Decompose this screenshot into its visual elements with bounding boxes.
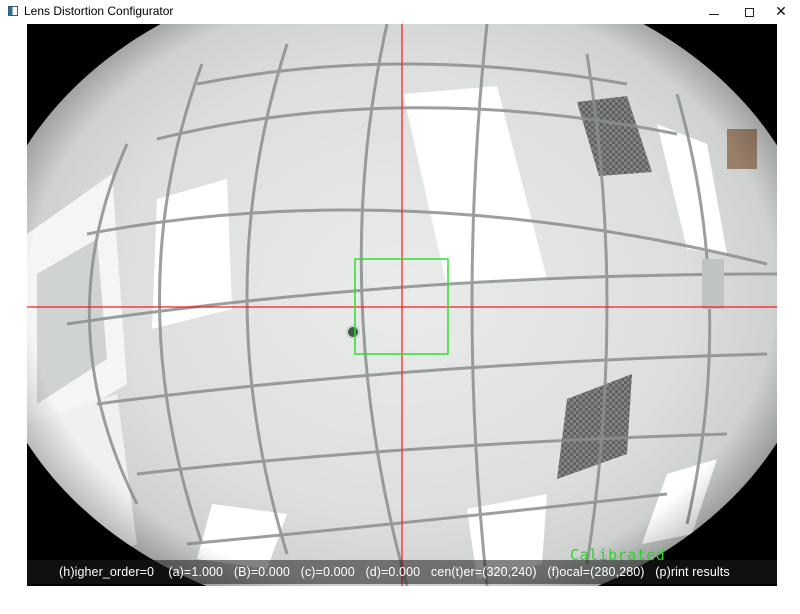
camera-viewport[interactable]: Calibrated (h)igher_order=0 (a)=1.000 (B… xyxy=(27,24,777,586)
app-window-icon xyxy=(8,6,18,16)
calibration-status: Calibrated xyxy=(570,546,666,564)
title-bar[interactable]: Lens Distortion Configurator ✕ xyxy=(0,0,800,24)
fisheye-image xyxy=(27,24,777,586)
close-button[interactable]: ✕ xyxy=(762,0,800,24)
parameter-readout: (h)igher_order=0 (a)=1.000 (B)=0.000 (c)… xyxy=(59,565,730,579)
app-window: Lens Distortion Configurator ✕ Calibrate… xyxy=(0,0,800,614)
window-title: Lens Distortion Configurator xyxy=(24,4,174,18)
minimize-icon xyxy=(709,13,719,15)
close-icon: ✕ xyxy=(775,4,787,20)
minimize-button[interactable] xyxy=(695,0,733,24)
maximize-icon xyxy=(744,7,754,17)
